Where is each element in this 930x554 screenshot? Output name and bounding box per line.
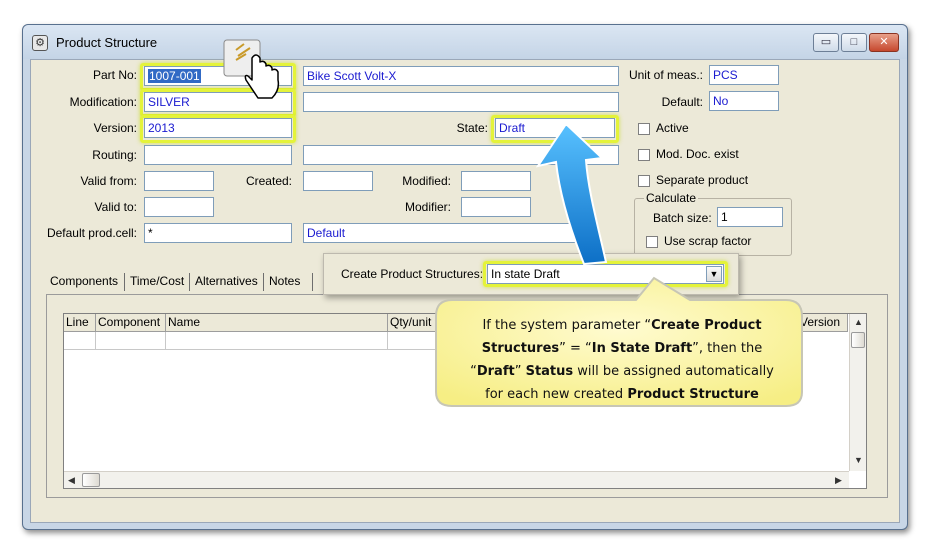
callout-text-part: If the system parameter “ bbox=[482, 318, 652, 333]
callout-text: If the system parameter “Create Product … bbox=[448, 314, 796, 406]
callout-text-part: ”, then the bbox=[692, 341, 763, 356]
callout-bold-part: Product Structure bbox=[627, 387, 759, 402]
callout-bold-part: Draft bbox=[476, 364, 515, 379]
callout-bold-part: In State Draft bbox=[591, 341, 693, 356]
callout-text-part: will be assigned automatically bbox=[573, 364, 774, 379]
hand-cursor-icon bbox=[223, 39, 280, 99]
callout-text-part: ” = “ bbox=[559, 341, 592, 356]
callout-bold-part: Structures bbox=[481, 341, 560, 356]
callout-text-part: “ bbox=[470, 364, 477, 379]
callout-line-4: for each new created Product Structure bbox=[448, 383, 796, 406]
callout-bold-part: Create Product bbox=[651, 318, 762, 333]
pointer-arrow-icon bbox=[535, 122, 608, 266]
callout-text-part: for each new created bbox=[485, 387, 628, 402]
callout-line-2: Structures” = “In State Draft”, then the bbox=[448, 337, 796, 360]
callout-line-1: If the system parameter “Create Product bbox=[448, 314, 796, 337]
callout-text-part: ” bbox=[514, 364, 526, 379]
annotation-overlay bbox=[223, 39, 803, 407]
callout-bold-part: Status bbox=[525, 364, 574, 379]
callout-line-3: “Draft” Status will be assigned automati… bbox=[448, 360, 796, 383]
